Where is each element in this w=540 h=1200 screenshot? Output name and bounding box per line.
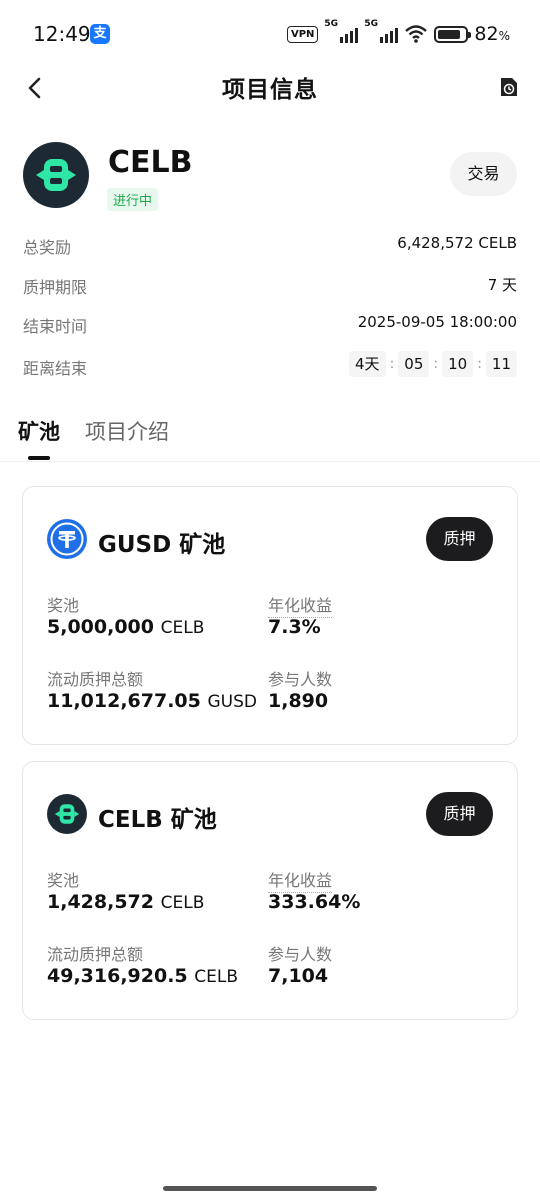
status-icons: VPN 5G 5G 82%	[286, 19, 510, 46]
apy-value: 333.64%	[268, 891, 361, 913]
tab-indicator	[28, 456, 50, 460]
total-staked-value: 49,316,920.5 CELB	[47, 965, 239, 987]
tab-bar: 矿池 项目介绍	[0, 400, 540, 462]
clock: 12:49	[33, 22, 91, 46]
total-staked-value: 11,012,677.05 GUSD	[47, 690, 257, 712]
info-label: 总奖励	[23, 238, 72, 257]
total-staked-label: 流动质押总额	[47, 670, 144, 689]
participants-value: 1,890	[268, 690, 329, 712]
info-value: 6,428,572 CELB	[397, 234, 517, 252]
network-type-2: 5G	[364, 19, 379, 29]
network-type: 5G	[324, 19, 339, 29]
stake-button[interactable]: 质押	[426, 792, 493, 836]
pool-card-gusd: GUSD 矿池 质押 奖池 5,000,000 CELB 年化收益 7.3% 流…	[22, 486, 518, 745]
tab-project-intro[interactable]: 项目介绍	[85, 416, 169, 446]
info-value: 7 天	[487, 276, 517, 294]
battery-icon	[434, 25, 472, 43]
participants-label: 参与人数	[268, 945, 333, 964]
info-row-stake-period: 质押期限 7 天	[23, 274, 517, 298]
info-row-total-reward: 总奖励 6,428,572 CELB	[23, 234, 517, 258]
countdown-timer: 4天 : 05 : 10 : 11	[349, 351, 517, 377]
status-bar: 12:49 支 VPN 5G 5G 82%	[0, 0, 540, 70]
signal-icon-2: 5G	[364, 19, 399, 43]
info-row-end-time: 结束时间 2025-09-05 18:00:00	[23, 313, 517, 337]
reward-pool-value: 1,428,572 CELB	[47, 891, 205, 913]
tab-pools[interactable]: 矿池	[18, 416, 60, 446]
countdown-minutes: 10	[442, 351, 474, 377]
pool-title: CELB 矿池	[98, 807, 217, 833]
reward-pool-label: 奖池	[47, 871, 80, 890]
reward-pool-label: 奖池	[47, 596, 80, 615]
total-staked-label: 流动质押总额	[47, 945, 144, 964]
trade-button[interactable]: 交易	[450, 152, 517, 196]
info-label: 距离结束	[23, 359, 88, 378]
countdown-hours: 05	[398, 351, 430, 377]
history-record-icon[interactable]	[498, 76, 520, 98]
page-title: 项目信息	[222, 77, 318, 103]
apy-label[interactable]: 年化收益	[268, 867, 333, 893]
vpn-icon: VPN	[286, 25, 319, 43]
celb-logo-icon	[23, 142, 89, 208]
info-value: 2025-09-05 18:00:00	[357, 313, 517, 331]
home-indicator[interactable]	[163, 1186, 377, 1191]
celb-token-icon	[47, 794, 87, 834]
gusd-token-icon	[47, 519, 87, 559]
apy-value: 7.3%	[268, 616, 321, 638]
info-label: 质押期限	[23, 278, 88, 297]
pool-title: GUSD 矿池	[98, 532, 226, 558]
participants-value: 7,104	[268, 965, 329, 987]
wifi-icon	[405, 25, 428, 43]
pool-card-celb: CELB 矿池 质押 奖池 1,428,572 CELB 年化收益 333.64…	[22, 761, 518, 1020]
countdown-days: 4天	[349, 351, 386, 377]
alipay-notification-icon: 支	[90, 24, 110, 44]
countdown-seconds: 11	[485, 351, 517, 377]
reward-pool-value: 5,000,000 CELB	[47, 616, 205, 638]
project-name: CELB	[108, 145, 193, 180]
participants-label: 参与人数	[268, 670, 333, 689]
stake-button[interactable]: 质押	[426, 517, 493, 561]
signal-icon: 5G	[324, 19, 359, 43]
info-label: 结束时间	[23, 317, 88, 336]
battery-percent: 82%	[474, 23, 510, 45]
apy-label[interactable]: 年化收益	[268, 592, 333, 618]
status-badge: 进行中	[107, 188, 159, 211]
